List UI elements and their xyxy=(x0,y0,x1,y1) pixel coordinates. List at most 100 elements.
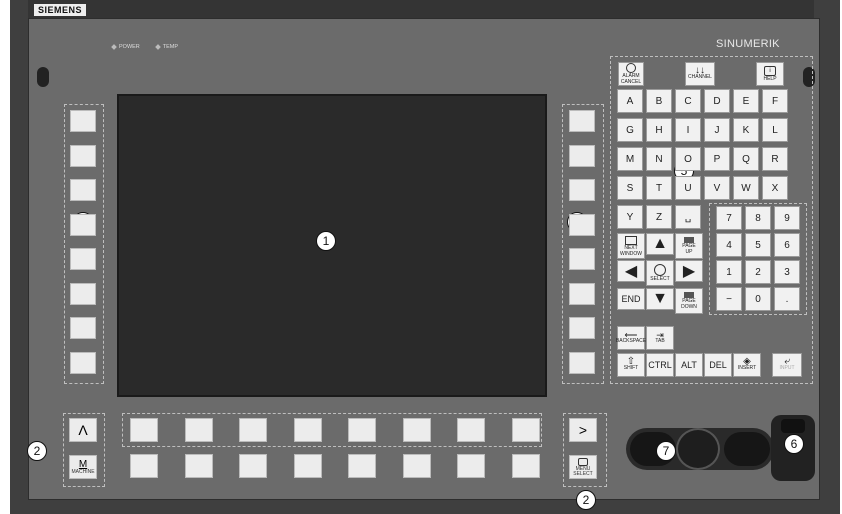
letter-key-o[interactable]: O xyxy=(675,147,701,171)
vertical-softkey-left-6[interactable] xyxy=(70,282,96,305)
numpad-key-3-0[interactable]: − xyxy=(716,287,742,311)
channel-button[interactable]: ↓↓ CHANNEL xyxy=(685,62,715,86)
letter-key-u[interactable]: U xyxy=(675,176,701,200)
letter-key-g[interactable]: G xyxy=(617,118,643,142)
horizontal-softkey-bottom-4[interactable] xyxy=(293,454,322,478)
letter-key-h[interactable]: H xyxy=(646,118,672,142)
horizontal-softkey-top-3[interactable] xyxy=(239,418,267,442)
horizontal-softkey-top-5[interactable] xyxy=(348,418,376,442)
numpad-key-2-2[interactable]: 3 xyxy=(774,260,800,284)
insert-button[interactable]: ◈ INSERT xyxy=(733,353,761,377)
letter-key-space[interactable]: ␣ xyxy=(675,205,701,229)
vertical-softkey-right-5[interactable] xyxy=(569,248,595,270)
vertical-softkey-right-7[interactable] xyxy=(569,317,595,339)
vertical-softkey-left-2[interactable] xyxy=(70,144,96,167)
arrow-down-button[interactable]: ▼ xyxy=(646,288,674,310)
recall-button[interactable]: Λ xyxy=(69,418,97,442)
horizontal-softkey-top-4[interactable] xyxy=(293,418,322,442)
alarm-cancel-button[interactable]: ALARM CANCEL xyxy=(618,62,644,86)
vertical-softkey-right-8[interactable] xyxy=(569,351,595,374)
product-name: SINUMERIK xyxy=(716,38,780,50)
letter-key-q[interactable]: Q xyxy=(733,147,759,171)
ctrl-button[interactable]: CTRL xyxy=(646,353,674,377)
letter-key-r[interactable]: R xyxy=(762,147,788,171)
letter-key-f[interactable]: F xyxy=(762,89,788,113)
vertical-softkey-left-4[interactable] xyxy=(70,213,96,236)
letter-key-e[interactable]: E xyxy=(733,89,759,113)
letter-key-i[interactable]: I xyxy=(675,118,701,142)
horizontal-softkey-top-6[interactable] xyxy=(402,418,431,442)
numpad-key-0-2[interactable]: 9 xyxy=(774,206,800,230)
backspace-button[interactable]: ⟵ BACKSPACE xyxy=(616,326,646,350)
next-window-button[interactable]: NEXT WINDOW xyxy=(617,233,645,259)
shift-button[interactable]: ⇧ SHIFT xyxy=(617,353,645,377)
arrow-left-button[interactable]: ◀ xyxy=(617,260,645,282)
letter-key-c[interactable]: C xyxy=(675,89,701,113)
next-softkeys-button[interactable]: > xyxy=(569,418,597,442)
vertical-softkey-left-5[interactable] xyxy=(70,248,96,270)
vertical-softkey-left-7[interactable] xyxy=(70,317,96,339)
alt-button[interactable]: ALT xyxy=(675,353,703,377)
horizontal-softkey-top-1[interactable] xyxy=(130,418,158,442)
letter-key-m[interactable]: M xyxy=(617,147,643,171)
letter-key-z[interactable]: Z xyxy=(646,205,672,229)
arrow-right-button[interactable]: ▶ xyxy=(675,260,703,282)
letter-key-w[interactable]: W xyxy=(733,176,759,200)
letter-key-p[interactable]: P xyxy=(704,147,730,171)
numpad-key-label: 4 xyxy=(726,239,732,251)
numpad-key-2-1[interactable]: 2 xyxy=(745,260,771,284)
vertical-softkey-right-4[interactable] xyxy=(569,213,595,236)
machine-button[interactable]: M MACHINE xyxy=(69,455,97,479)
select-button[interactable]: SELECT xyxy=(646,260,674,286)
siemens-logo: SIEMENS xyxy=(34,4,87,16)
letter-key-j[interactable]: J xyxy=(704,118,730,142)
tab-button[interactable]: ⇥ TAB xyxy=(646,326,674,350)
letter-key-v[interactable]: V xyxy=(704,176,730,200)
letter-key-x[interactable]: X xyxy=(762,176,788,200)
keyswitch-knob[interactable] xyxy=(676,428,720,470)
page-down-button[interactable]: PAGE DOWN xyxy=(675,288,703,314)
letter-key-b[interactable]: B xyxy=(646,89,672,113)
numpad-key-1-2[interactable]: 6 xyxy=(774,233,800,257)
vertical-softkey-right-1[interactable] xyxy=(569,110,595,132)
letter-key-n[interactable]: N xyxy=(646,147,672,171)
numpad-key-0-0[interactable]: 7 xyxy=(716,206,742,230)
del-button[interactable]: DEL xyxy=(704,353,732,377)
letter-key-l[interactable]: L xyxy=(762,118,788,142)
letter-key-label: Y xyxy=(626,211,634,223)
vertical-softkey-left-1[interactable] xyxy=(70,110,96,132)
help-button[interactable]: i HELP xyxy=(756,62,784,86)
vertical-softkey-right-6[interactable] xyxy=(569,282,595,305)
letter-key-d[interactable]: D xyxy=(704,89,730,113)
horizontal-softkey-bottom-6[interactable] xyxy=(402,454,431,478)
vertical-softkey-left-8[interactable] xyxy=(70,351,96,374)
horizontal-softkey-top-2[interactable] xyxy=(184,418,213,442)
page-up-button[interactable]: PAGE UP xyxy=(675,233,703,259)
numpad-key-2-0[interactable]: 1 xyxy=(716,260,742,284)
letter-key-k[interactable]: K xyxy=(733,118,759,142)
horizontal-softkey-bottom-5[interactable] xyxy=(348,454,376,478)
numpad-key-1-0[interactable]: 4 xyxy=(716,233,742,257)
numpad-key-3-2[interactable]: . xyxy=(774,287,800,311)
horizontal-softkey-bottom-7[interactable] xyxy=(457,454,485,478)
menu-select-button[interactable]: MENU SELECT xyxy=(569,455,597,479)
horizontal-softkey-bottom-2[interactable] xyxy=(184,454,213,478)
numpad-key-1-1[interactable]: 5 xyxy=(745,233,771,257)
letter-key-t[interactable]: T xyxy=(646,176,672,200)
arrow-up-button[interactable]: ▲ xyxy=(646,233,674,255)
letter-key-y[interactable]: Y xyxy=(617,205,643,229)
numpad-key-0-1[interactable]: 8 xyxy=(745,206,771,230)
horizontal-softkey-bottom-1[interactable] xyxy=(130,454,158,478)
horizontal-softkey-bottom-3[interactable] xyxy=(239,454,267,478)
letter-key-s[interactable]: S xyxy=(617,176,643,200)
vertical-softkey-left-3[interactable] xyxy=(70,179,96,201)
numpad-key-3-1[interactable]: 0 xyxy=(745,287,771,311)
letter-key-a[interactable]: A xyxy=(617,89,643,113)
horizontal-softkey-bottom-8[interactable] xyxy=(511,454,540,478)
horizontal-softkey-top-8[interactable] xyxy=(511,418,540,442)
input-button[interactable]: ⤶ INPUT xyxy=(772,353,802,377)
vertical-softkey-right-2[interactable] xyxy=(569,144,595,167)
vertical-softkey-right-3[interactable] xyxy=(569,179,595,201)
end-button[interactable]: END xyxy=(617,288,645,310)
horizontal-softkey-top-7[interactable] xyxy=(457,418,485,442)
